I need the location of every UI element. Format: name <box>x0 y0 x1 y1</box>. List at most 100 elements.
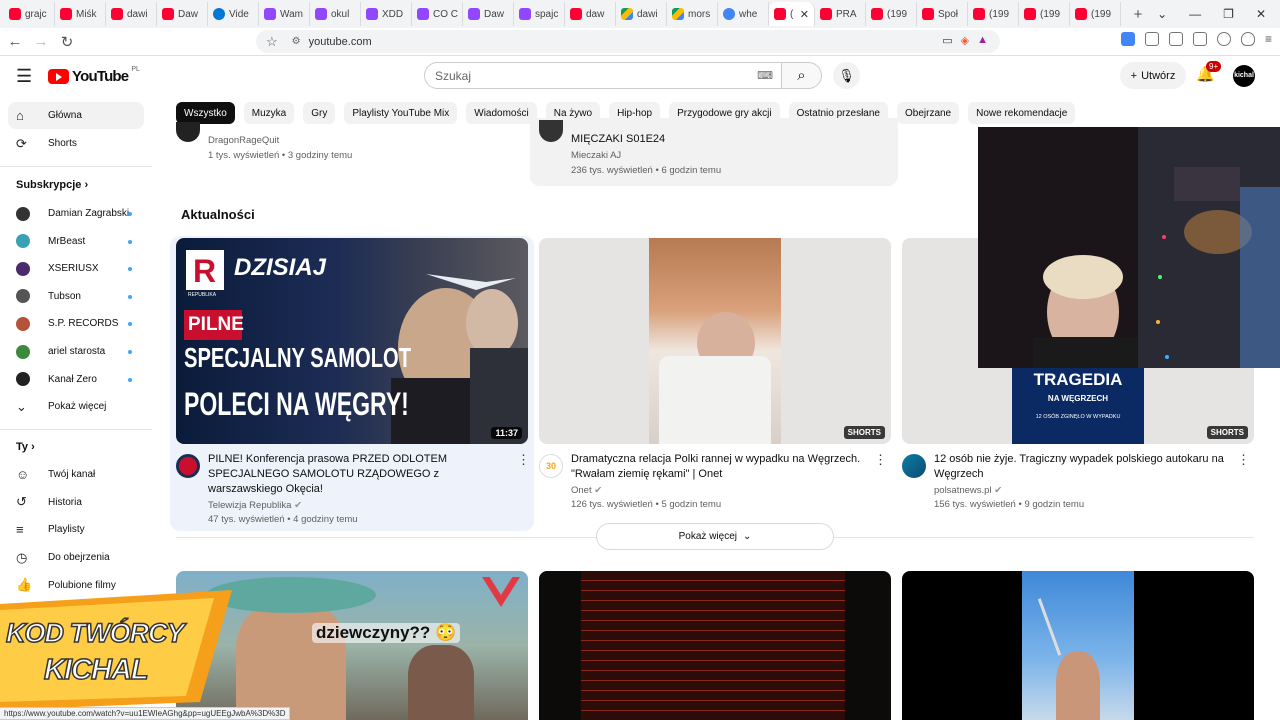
browser-tab[interactable]: dawi <box>616 2 667 26</box>
sidebar-item-home[interactable]: ⌂ Główna <box>8 102 144 129</box>
search-button[interactable]: ⌕ <box>782 62 822 89</box>
leo-icon[interactable] <box>1216 32 1231 46</box>
browser-tab[interactable]: (✕ <box>769 2 815 26</box>
forward-icon[interactable]: → <box>30 33 52 50</box>
browser-tab[interactable]: CO C <box>412 2 463 26</box>
sidebar-item-subscription[interactable]: S.P. RECORDS <box>8 310 144 337</box>
browser-tab[interactable]: Społ <box>917 2 968 26</box>
browser-tab[interactable]: dawi <box>106 2 157 26</box>
browser-tab[interactable]: (199 <box>1019 2 1070 26</box>
sidebar-item-subscription[interactable]: MrBeast <box>8 228 144 255</box>
sidebar-item-subscription[interactable]: Kanał Zero <box>8 366 144 393</box>
voice-search-button[interactable]: 🎙 <box>833 62 860 89</box>
browser-tab[interactable]: grajc <box>4 2 55 26</box>
sidebar-item-subscription[interactable]: XSERIUSX <box>8 255 144 282</box>
video-thumbnail[interactable]: SHORTS <box>539 238 891 444</box>
sidebar-item-history[interactable]: ↺ Historia <box>8 489 144 516</box>
sidebar-show-more[interactable]: ⌄ Pokaż więcej <box>8 393 144 420</box>
show-more-button[interactable]: Pokaż więcej ⌄ <box>596 523 834 550</box>
filter-chip[interactable]: Obejrzane <box>896 102 960 124</box>
browser-tab[interactable]: Miśk <box>55 2 106 26</box>
browser-tab[interactable]: Daw <box>463 2 514 26</box>
notifications-button[interactable]: 🔔 9+ <box>1196 61 1222 83</box>
restore-icon[interactable]: ❐ <box>1223 7 1234 21</box>
more-options-icon[interactable]: ⋮ <box>874 452 887 468</box>
browser-tab[interactable]: (199 <box>1070 2 1121 26</box>
reload-icon[interactable]: ↻ <box>56 33 78 51</box>
browser-tab[interactable]: okul <box>310 2 361 26</box>
avatar[interactable]: kichal <box>1233 65 1255 87</box>
extensions-icon[interactable] <box>1144 32 1159 46</box>
you-heading[interactable]: Ty › <box>16 441 35 453</box>
create-button[interactable]: + Utwórz <box>1120 62 1186 89</box>
channel-avatar[interactable] <box>902 454 926 478</box>
guide-menu-icon[interactable]: ☰ <box>16 66 32 87</box>
browser-tab[interactable]: (199 <box>866 2 917 26</box>
prev-row-middle[interactable]: MIĘCZAKI S01E24 Mieczaki AJ 236 tys. wyś… <box>530 118 898 186</box>
browser-tab[interactable]: mors <box>667 2 718 26</box>
channel-label[interactable]: Onet <box>571 485 592 496</box>
sidebar-item-watch-later[interactable]: ◷ Do obejrzenia <box>8 544 144 571</box>
video-title[interactable]: 12 osób nie żyje. Tragiczny wypadek pols… <box>934 452 1232 482</box>
sidebar-item-playlists[interactable]: ≡ Playlisty <box>8 516 144 543</box>
sidebar-icon[interactable] <box>1168 32 1183 46</box>
youtube-logo[interactable]: YouTube PL <box>48 66 140 85</box>
translate-icon[interactable] <box>1120 32 1135 46</box>
omnibox[interactable]: ☆ ⚙ youtube.com ▭ ◈ ▲ <box>256 30 1000 53</box>
site-info-icon[interactable]: ⚙ <box>292 36 301 47</box>
channel-avatar[interactable]: 30 <box>539 454 563 478</box>
video-thumbnail[interactable] <box>539 571 891 720</box>
channel-label[interactable]: polsatnews.pl <box>934 485 992 496</box>
install-icon[interactable]: ▭ <box>942 34 952 47</box>
more-options-icon[interactable]: ⋮ <box>1237 452 1250 468</box>
browser-tab[interactable]: Vide <box>208 2 259 26</box>
video-title[interactable]: PILNE! Konferencja prasowa PRZED ODLOTEM… <box>208 452 512 497</box>
video-card[interactable]: SHORTS 30 Dramatyczna relacja Polki rann… <box>539 238 891 510</box>
browser-tab[interactable]: daw <box>565 2 616 26</box>
sidebar-item-your-channel[interactable]: ☺ Twój kanał <box>8 461 144 488</box>
url-text[interactable]: youtube.com <box>309 36 372 48</box>
video-thumbnail[interactable] <box>902 571 1254 720</box>
sidebar-item-subscription[interactable]: ariel starosta <box>8 338 144 365</box>
browser-tab[interactable]: Wam <box>259 2 310 26</box>
close-tab-icon[interactable]: ✕ <box>800 8 809 21</box>
filter-chip[interactable]: Nowe rekomendacje <box>968 102 1076 124</box>
tab-search-icon[interactable]: ⌄ <box>1157 7 1167 21</box>
new-tab-icon[interactable]: + <box>1127 6 1149 23</box>
channel-avatar[interactable] <box>176 454 200 478</box>
browser-tab[interactable]: PRA <box>815 2 866 26</box>
channel-name[interactable]: Mieczaki AJ <box>571 150 621 161</box>
menu-icon[interactable]: ≡ <box>1265 32 1272 46</box>
sidebar-item-shorts[interactable]: ⟳ Shorts <box>8 130 144 157</box>
video-title[interactable]: Dramatyczna relacja Polki rannej w wypad… <box>571 452 869 482</box>
minimize-icon[interactable]: — <box>1189 7 1201 21</box>
bookmark-icon[interactable]: ☆ <box>266 34 278 50</box>
browser-tab[interactable]: spajc <box>514 2 565 26</box>
browser-tab[interactable]: XDD <box>361 2 412 26</box>
back-icon[interactable]: ← <box>4 33 26 50</box>
channel-name[interactable]: DragonRageQuit <box>208 135 279 146</box>
channel-avatar[interactable] <box>176 122 200 142</box>
video-title[interactable]: MIĘCZAKI S01E24 <box>571 133 665 145</box>
close-window-icon[interactable]: ✕ <box>1256 7 1266 21</box>
channel-name[interactable]: polsatnews.pl ✔ <box>934 485 1232 496</box>
browser-tab[interactable]: whe <box>718 2 769 26</box>
browser-tab[interactable]: Daw <box>157 2 208 26</box>
brave-rewards-icon[interactable]: ▲ <box>977 34 988 47</box>
keyboard-icon[interactable]: ⌨ <box>757 69 773 82</box>
brave-shield-icon[interactable]: ◈ <box>961 34 969 47</box>
channel-name[interactable]: Telewizja Republika ✔ <box>208 500 512 511</box>
sidebar-item-subscription[interactable]: Tubson <box>8 283 144 310</box>
subscriptions-heading[interactable]: Subskrypcje › <box>16 179 88 191</box>
video-card[interactable]: R DZISIAJ REPUBLIKA PILNE SPECJALNY SAMO… <box>170 236 534 531</box>
channel-avatar[interactable] <box>539 120 563 142</box>
channel-label[interactable]: Telewizja Republika <box>208 500 291 511</box>
video-thumbnail[interactable]: R DZISIAJ REPUBLIKA PILNE SPECJALNY SAMO… <box>176 238 528 444</box>
channel-name[interactable]: Onet ✔ <box>571 485 869 496</box>
wallet-icon[interactable] <box>1192 32 1207 46</box>
search-input[interactable]: Szukaj ⌨ <box>424 62 782 89</box>
vpn-icon[interactable] <box>1240 32 1255 46</box>
sidebar-item-subscription[interactable]: Damian Zagrabski <box>8 200 144 227</box>
browser-tab[interactable]: (199 <box>968 2 1019 26</box>
more-options-icon[interactable]: ⋮ <box>517 452 530 468</box>
